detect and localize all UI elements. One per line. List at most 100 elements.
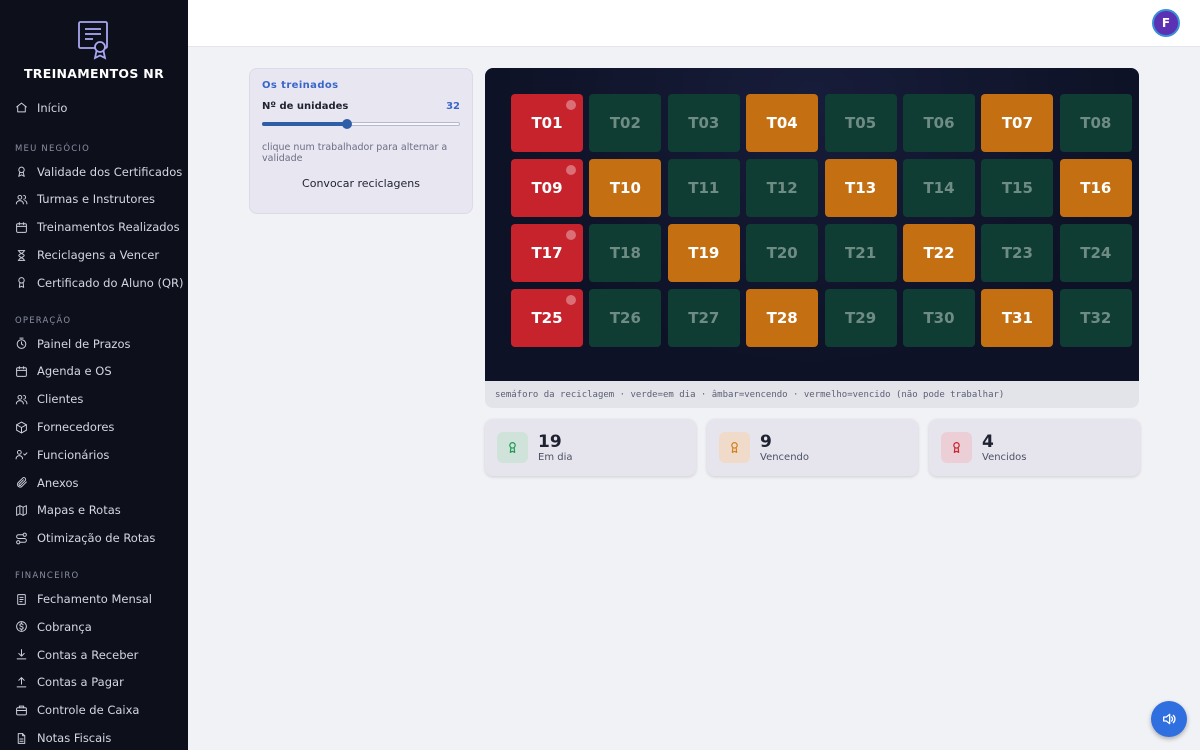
worker-tile-label: T02: [609, 114, 641, 132]
sidebar-item[interactable]: Turmas e Instrutores: [0, 186, 188, 214]
sidebar-item[interactable]: Reciclagens a Vencer: [0, 241, 188, 269]
sidebar-item-inicio[interactable]: Início: [0, 94, 188, 122]
stat-icon-box: [497, 432, 528, 463]
hourglass-icon: [17, 249, 26, 261]
worker-grid-panel: T01 T02 T03 T04 T05 T06 T07 T08 T09 T10 T11 T12 T13 T…: [485, 68, 1139, 408]
award-icon: [509, 442, 516, 453]
sidebar-item-label: Fechamento Mensal: [37, 592, 153, 607]
worker-tile[interactable]: T16: [1059, 159, 1132, 217]
sidebar-item[interactable]: Treinamentos Realizados: [0, 213, 188, 241]
stat-text: 9 Vencendo: [760, 432, 809, 463]
sidebar-item[interactable]: Contas a Pagar: [0, 669, 188, 697]
user-group-icon: [15, 450, 28, 460]
worker-tile[interactable]: T07: [981, 94, 1054, 152]
worker-tile[interactable]: T20: [746, 224, 819, 282]
worker-tile[interactable]: T05: [824, 94, 897, 152]
worker-tile[interactable]: T18: [589, 224, 662, 282]
sidebar-item[interactable]: Certificado do Aluno (QR): [0, 269, 188, 297]
grid-legend: semáforo da reciclagem · verde=em dia · …: [495, 389, 1005, 400]
slider-fill: [262, 122, 348, 126]
units-slider[interactable]: [262, 119, 460, 129]
sidebar-item-label: Certificado do Aluno (QR): [37, 275, 184, 290]
worker-tile[interactable]: T25: [511, 289, 583, 347]
worker-tile[interactable]: T28: [746, 289, 819, 347]
worker-tile[interactable]: T21: [824, 224, 897, 282]
worker-tile[interactable]: T19: [667, 224, 740, 282]
worker-tile[interactable]: T01: [511, 94, 583, 152]
worker-tile[interactable]: T32: [1059, 289, 1132, 347]
sidebar-item[interactable]: Otimização de Rotas: [0, 524, 188, 552]
worker-tile-label: T14: [923, 179, 955, 197]
worker-tile[interactable]: T04: [746, 94, 819, 152]
worker-tile[interactable]: T17: [511, 224, 583, 282]
download-icon: [16, 649, 27, 660]
control-card: Os treinados Nº de unidades 32 clique nu…: [249, 68, 473, 214]
worker-tile[interactable]: T11: [667, 159, 740, 217]
stat-icon-box: [941, 432, 972, 463]
status-dot: [566, 100, 576, 110]
sound-button[interactable]: [1151, 701, 1187, 737]
worker-tile[interactable]: T06: [903, 94, 975, 152]
worker-tile[interactable]: T31: [981, 289, 1054, 347]
cashbox-icon: [16, 705, 27, 716]
worker-tile-label: T01: [531, 114, 563, 132]
map-icon: [16, 505, 27, 516]
sidebar-item[interactable]: Clientes: [0, 385, 188, 413]
brand: TREINAMENTOS NR: [0, 0, 188, 81]
sidebar-item[interactable]: Contas a Receber: [0, 641, 188, 669]
worker-tile[interactable]: T03: [667, 94, 740, 152]
users-icon: [15, 394, 28, 405]
sidebar-item[interactable]: Anexos: [0, 469, 188, 497]
worker-tile[interactable]: T09: [511, 159, 583, 217]
worker-tile-label: T09: [531, 179, 563, 197]
worker-tile-label: T26: [609, 309, 641, 327]
worker-tile[interactable]: T14: [903, 159, 975, 217]
worker-tile[interactable]: T30: [903, 289, 975, 347]
worker-tile[interactable]: T22: [903, 224, 975, 282]
units-value: 32: [446, 101, 460, 112]
sidebar-item[interactable]: Notas Fiscais: [0, 724, 188, 750]
worker-grid: T01 T02 T03 T04 T05 T06 T07 T08 T09 T10 T11 T12 T13 T…: [485, 68, 1139, 381]
sidebar-item[interactable]: Mapas e Rotas: [0, 497, 188, 525]
control-heading: Os treinados: [262, 80, 339, 91]
sidebar-item[interactable]: Validade dos Certificados: [0, 158, 188, 186]
worker-tile[interactable]: T08: [1059, 94, 1132, 152]
brand-title: TREINAMENTOS NR: [23, 66, 164, 81]
worker-tile[interactable]: T29: [824, 289, 897, 347]
stat-card: 19 Em dia: [485, 419, 696, 476]
worker-tile[interactable]: T23: [981, 224, 1054, 282]
worker-tile[interactable]: T02: [589, 94, 662, 152]
sidebar-section-title: MEU NEGÓCIO: [15, 143, 90, 154]
home-icon: [16, 103, 27, 113]
sidebar-item[interactable]: Fornecedores: [0, 413, 188, 441]
worker-tile[interactable]: T13: [824, 159, 897, 217]
box-icon: [16, 421, 27, 433]
stat-label: Vencidos: [982, 451, 1027, 463]
sidebar-item[interactable]: Funcionários: [0, 441, 188, 469]
worker-tile-label: T32: [1080, 309, 1112, 327]
sidebar-item-label: Painel de Prazos: [37, 336, 131, 351]
worker-tile-label: T13: [845, 179, 877, 197]
user-avatar[interactable]: F: [1152, 9, 1180, 37]
worker-tile[interactable]: T24: [1059, 224, 1132, 282]
summon-recycling-button[interactable]: Convocar reciclagens: [262, 177, 460, 190]
status-dot: [566, 295, 576, 305]
certificate-logo-icon: [78, 21, 108, 60]
worker-tile[interactable]: T15: [981, 159, 1054, 217]
worker-tile-label: T04: [766, 114, 798, 132]
sidebar-item[interactable]: Cobrança: [0, 613, 188, 641]
worker-tile-label: T12: [766, 179, 798, 197]
sidebar-item[interactable]: Agenda e OS: [0, 358, 188, 386]
sidebar-item[interactable]: Controle de Caixa: [0, 696, 188, 724]
sidebar-item[interactable]: Painel de Prazos: [0, 330, 188, 358]
worker-tile[interactable]: T10: [589, 159, 662, 217]
stat-card: 4 Vencidos: [929, 419, 1140, 476]
worker-tile[interactable]: T26: [589, 289, 662, 347]
slider-thumb[interactable]: [342, 119, 353, 129]
sidebar-item-label: Otimização de Rotas: [37, 531, 156, 546]
worker-tile-label: T20: [766, 244, 798, 262]
worker-tile[interactable]: T27: [667, 289, 740, 347]
worker-tile[interactable]: T12: [746, 159, 819, 217]
sidebar-item[interactable]: Fechamento Mensal: [0, 585, 188, 613]
sidebar-item-label: Treinamentos Realizados: [37, 220, 180, 235]
